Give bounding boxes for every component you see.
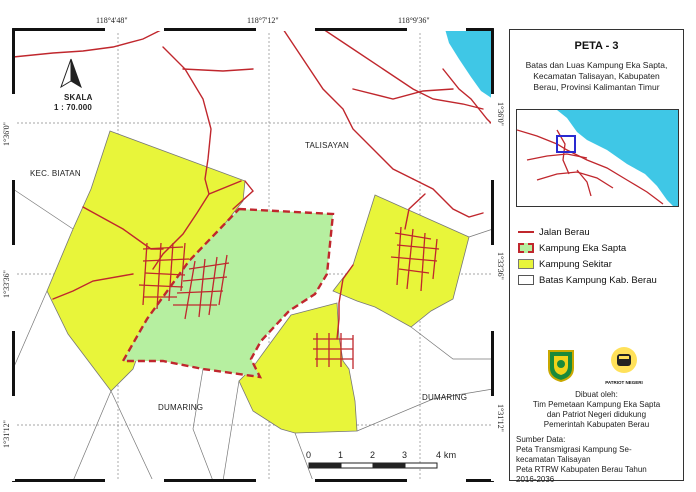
place-talisayan: TALISAYAN: [305, 141, 350, 150]
map-title: PETA - 3: [574, 40, 619, 52]
coord-left-1: 1°36'0": [2, 122, 11, 146]
coord-right-3: 1°31'12": [496, 404, 505, 432]
place-dumaring-right: DUMARING: [422, 393, 468, 402]
scale-tick-1: 1: [338, 450, 344, 460]
legend-item-batas: Batas Kampung Kab. Berau: [518, 272, 683, 288]
legend: Jalan Berau Kampung Eka Sapta Kampung Se…: [518, 224, 683, 288]
berau-emblem-icon: [546, 348, 576, 383]
coord-top-1: 118°4'48": [96, 16, 128, 25]
place-dumaring-left: DUMARING: [158, 403, 204, 412]
coord-right-1: 1°36'0": [496, 102, 505, 126]
scale-title: SKALA: [64, 93, 93, 102]
source-line: Peta Transmigrasi Kampung Se-: [516, 445, 632, 454]
place-kec-biatan: KEC. BIATAN: [30, 169, 81, 178]
credits-line: dan Patriot Negeri didukung: [546, 410, 647, 419]
batas-swatch-icon: [518, 275, 534, 285]
scale-tick-end: 4 km: [436, 450, 457, 460]
coord-right-2: 1°33'36": [496, 252, 505, 280]
legend-item-eka-sapta: Kampung Eka Sapta: [518, 240, 683, 256]
frame-ticks-top: [13, 28, 493, 31]
coord-top-2: 118°7'12": [247, 16, 279, 25]
data-source: Sumber Data: Peta Transmigrasi Kampung S…: [516, 435, 681, 485]
frame-ticks-left: [12, 29, 15, 481]
patriot-negeri-text: PATRIOT NEGERI: [605, 380, 643, 385]
map-subtitle: Batas dan Luas Kampung Eka Sapta, Kecama…: [516, 60, 677, 93]
eka-sapta-swatch-icon: [518, 243, 534, 253]
coord-top-3: 118°9'36": [398, 16, 430, 25]
credits: Dibuat oleh: Tim Pemetaan Kampung Eka Sa…: [514, 390, 679, 430]
scale-ratio: 1 : 70.000: [54, 103, 93, 112]
map-frame[interactable]: SKALA 1 : 70.000 KEC. BIATAN TALISAYAN D…: [13, 29, 493, 481]
inset-map[interactable]: [516, 109, 679, 207]
source-line: kecamatan Talisayan: [516, 455, 591, 464]
credits-line: Tim Pemetaan Kampung Eka Sapta: [532, 400, 661, 409]
legend-label: Jalan Berau: [539, 226, 590, 238]
scale-bar: [308, 462, 438, 469]
subtitle-line: Kecamatan Talisayan, Kabupaten: [533, 71, 660, 81]
legend-item-road: Jalan Berau: [518, 224, 683, 240]
frame-ticks-right: [491, 29, 494, 481]
legend-label: Batas Kampung Kab. Berau: [539, 274, 657, 286]
source-line: Peta RTRW Kabupaten Berau Tahun: [516, 465, 647, 474]
legend-label: Kampung Eka Sapta: [539, 242, 627, 254]
frame-ticks-bottom: [13, 479, 493, 482]
inset-map-canvas: [517, 110, 678, 206]
credits-line: Dibuat oleh:: [575, 390, 618, 399]
subtitle-line: Berau, Provinsi Kalimantan Timur: [533, 82, 660, 92]
credits-line: Pemerintah Kabupaten Berau: [543, 420, 650, 429]
source-line: Sumber Data:: [516, 435, 566, 444]
legend-panel: PETA - 3 Batas dan Luas Kampung Eka Sapt…: [509, 29, 684, 484]
scale-tick-2: 2: [370, 450, 376, 460]
legend-label: Kampung Sekitar: [539, 258, 612, 270]
coord-left-2: 1°33'36": [2, 270, 11, 298]
patriot-negeri-logo: PATRIOT NEGERI: [604, 346, 644, 386]
scale-tick-0: 0: [306, 450, 312, 460]
source-line: 2016-2036: [516, 475, 555, 484]
coord-left-3: 1°31'12": [2, 420, 11, 448]
legend-item-sekitar: Kampung Sekitar: [518, 256, 683, 272]
scale-tick-3: 3: [402, 450, 408, 460]
road-line-icon: [518, 231, 534, 233]
subtitle-line: Batas dan Luas Kampung Eka Sapta,: [525, 60, 668, 70]
sekitar-swatch-icon: [518, 259, 534, 269]
